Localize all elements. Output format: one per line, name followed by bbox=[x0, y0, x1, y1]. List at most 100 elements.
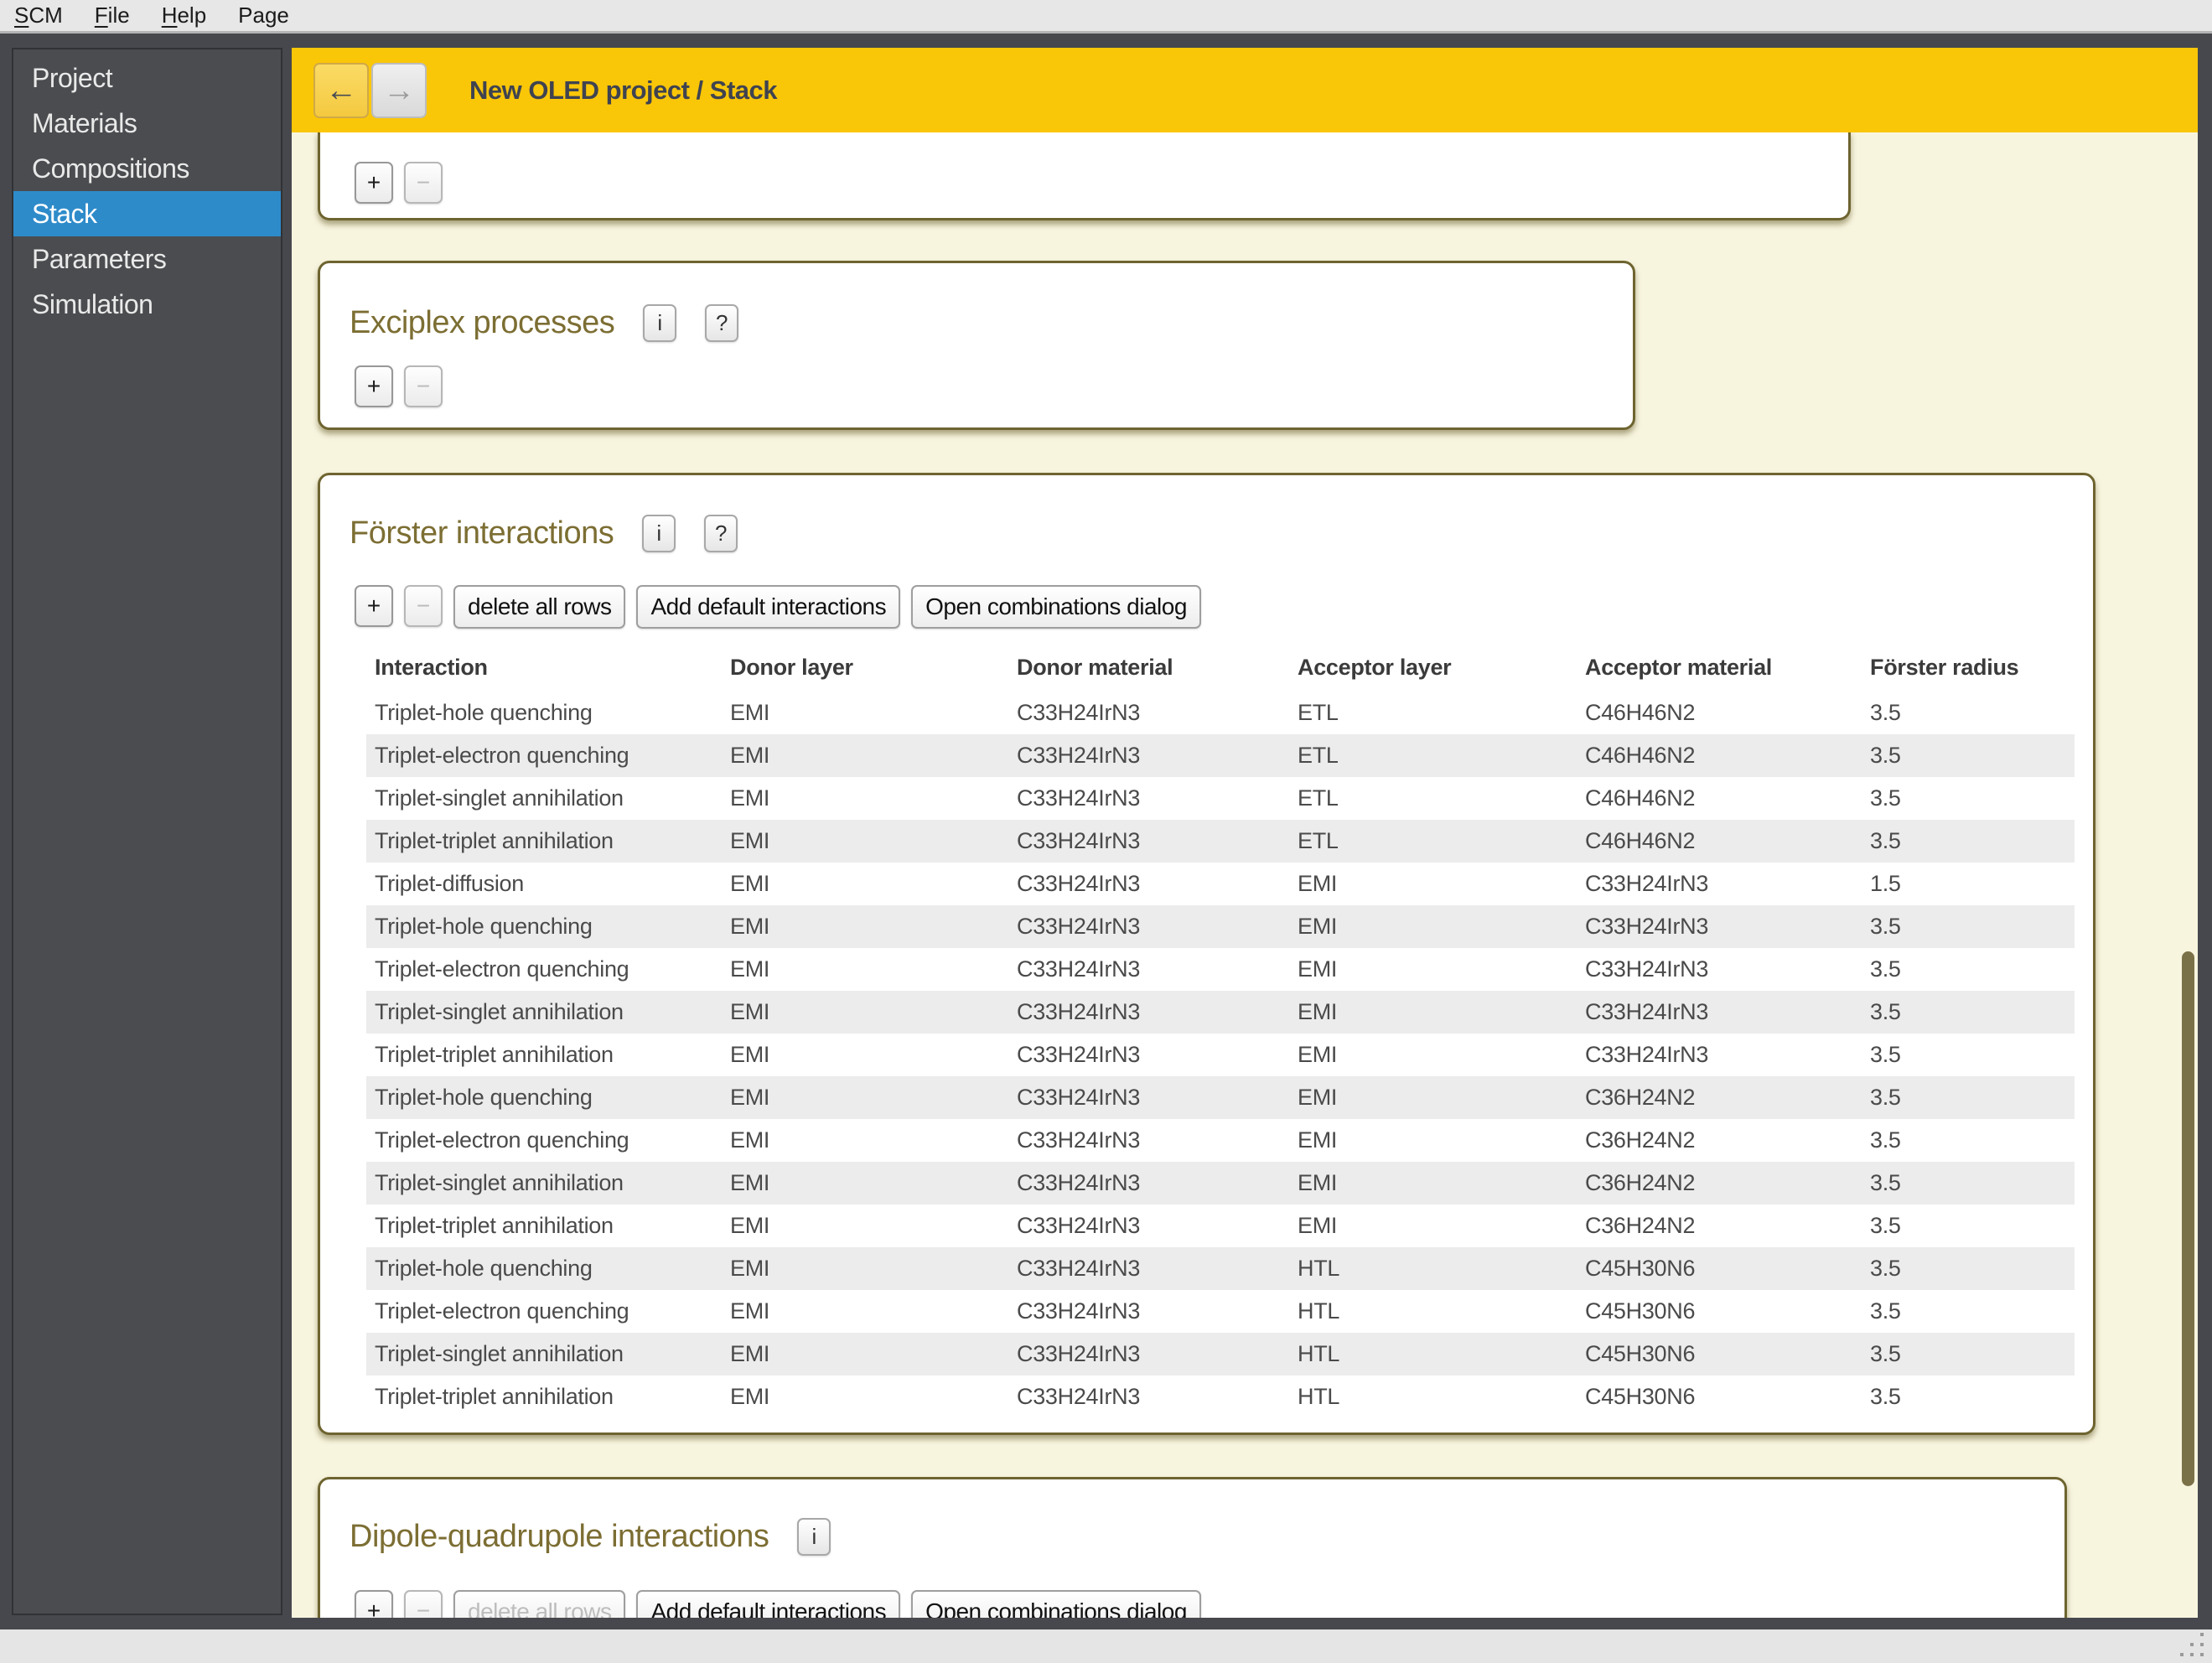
forward-button[interactable]: → bbox=[371, 63, 427, 118]
forster-info-button[interactable]: i bbox=[642, 514, 676, 552]
table-row[interactable]: Triplet-hole quenching EMI C33H24IrN3 EMI C3… bbox=[366, 1076, 2075, 1119]
table-cell: 3.5 bbox=[1870, 1042, 1901, 1067]
vertical-scrollbar-thumb[interactable] bbox=[2182, 951, 2194, 1486]
menu-file-mnemonic: F bbox=[94, 3, 108, 28]
forster-remove-row-button[interactable]: − bbox=[404, 585, 443, 627]
sidebar-item-materials[interactable]: Materials bbox=[13, 101, 281, 146]
dipole-add-default-interactions-button[interactable]: Add default interactions bbox=[636, 1590, 901, 1618]
status-bar bbox=[0, 1629, 2212, 1663]
menu-help-label: elp bbox=[177, 3, 207, 28]
table-cell: ETL bbox=[1298, 700, 1339, 725]
table-cell: C33H24IrN3 bbox=[1017, 956, 1141, 982]
table-cell: EMI bbox=[730, 828, 770, 853]
table-cell: EMI bbox=[730, 785, 770, 811]
table-cell: C33H24IrN3 bbox=[1017, 1256, 1141, 1281]
menu-help[interactable]: Help bbox=[162, 3, 206, 28]
menu-page[interactable]: Page bbox=[238, 3, 289, 28]
table-row[interactable]: Triplet-singlet annihilation EMI C33H24IrN… bbox=[366, 1162, 2075, 1205]
window-frame: Project Materials Compositions Stack Par… bbox=[0, 36, 2212, 1629]
table-cell: Triplet-triplet annihilation bbox=[375, 828, 614, 853]
table-cell: 3.5 bbox=[1870, 914, 1901, 939]
table-cell: EMI bbox=[730, 956, 770, 982]
exciplex-info-button[interactable]: i bbox=[643, 303, 677, 342]
table-cell: 3.5 bbox=[1870, 1170, 1901, 1195]
table-cell: HTL bbox=[1298, 1256, 1340, 1281]
table-cell: 3.5 bbox=[1870, 1341, 1901, 1366]
table-cell: Triplet-electron quenching bbox=[375, 956, 629, 982]
forster-add-default-interactions-button[interactable]: Add default interactions bbox=[636, 585, 901, 629]
table-cell: EMI bbox=[730, 1384, 770, 1409]
menu-page-label: Page bbox=[238, 3, 289, 28]
dipole-remove-row-button[interactable]: − bbox=[404, 1590, 443, 1618]
table-cell: ETL bbox=[1298, 828, 1339, 853]
table-cell: EMI bbox=[1298, 956, 1338, 982]
forster-open-combinations-dialog-button[interactable]: Open combinations dialog bbox=[911, 585, 1201, 629]
table-cell: EMI bbox=[730, 743, 770, 768]
table-cell: C33H24IrN3 bbox=[1017, 1085, 1141, 1110]
table-row[interactable]: Triplet-triplet annihilation EMI C33H24IrN… bbox=[366, 820, 2075, 863]
sidebar-item-simulation[interactable]: Simulation bbox=[13, 282, 281, 327]
column-header: Interaction bbox=[375, 655, 488, 680]
forster-help-button[interactable]: ? bbox=[704, 514, 738, 552]
sidebar-item-compositions[interactable]: Compositions bbox=[13, 146, 281, 191]
exciplex-remove-row-button[interactable]: − bbox=[404, 365, 443, 407]
forster-delete-all-rows-button[interactable]: delete all rows bbox=[453, 585, 626, 629]
table-cell: 3.5 bbox=[1870, 785, 1901, 811]
add-row-button[interactable]: + bbox=[355, 162, 393, 204]
table-cell: EMI bbox=[1298, 1042, 1338, 1067]
table-row[interactable]: Triplet-singlet annihilation EMI C33H24IrN… bbox=[366, 777, 2075, 820]
exciplex-panel-title: Exciplex processes bbox=[350, 304, 615, 340]
menu-file[interactable]: File bbox=[95, 3, 130, 28]
back-arrow-icon: ← bbox=[325, 72, 357, 108]
forster-interactions-table: Interaction Donor layer Donor material Acce… bbox=[366, 644, 2075, 1418]
table-row[interactable]: Triplet-triplet annihilation EMI C33H24IrN… bbox=[366, 1034, 2075, 1076]
main-panel: ← → New OLED project / Stack + − Exciple… bbox=[292, 48, 2198, 1618]
sidebar-item-parameters[interactable]: Parameters bbox=[13, 236, 281, 282]
table-cell: 3.5 bbox=[1870, 1256, 1901, 1281]
table-cell: EMI bbox=[1298, 914, 1338, 939]
menu-scm[interactable]: SCM bbox=[14, 3, 63, 28]
exciplex-help-button[interactable]: ? bbox=[705, 303, 739, 342]
table-cell: C33H24IrN3 bbox=[1585, 871, 1709, 896]
table-cell: C46H46N2 bbox=[1585, 785, 1696, 811]
table-row[interactable]: Triplet-hole quenching EMI C33H24IrN3 HTL C4… bbox=[366, 1247, 2075, 1290]
table-cell: C33H24IrN3 bbox=[1017, 1127, 1141, 1153]
table-row[interactable]: Triplet-electron quenching EMI C33H24IrN3 E… bbox=[366, 948, 2075, 991]
table-cell: C33H24IrN3 bbox=[1017, 1213, 1141, 1238]
sidebar-item-stack[interactable]: Stack bbox=[13, 191, 281, 236]
column-header: Acceptor material bbox=[1585, 655, 1772, 680]
table-cell: C45H30N6 bbox=[1585, 1298, 1696, 1324]
table-cell: 3.5 bbox=[1870, 1298, 1901, 1324]
table-row[interactable]: Triplet-electron quenching EMI C33H24IrN3 E… bbox=[366, 734, 2075, 777]
back-button[interactable]: ← bbox=[313, 63, 369, 118]
column-header: Donor material bbox=[1017, 655, 1173, 680]
table-row[interactable]: Triplet-triplet annihilation EMI C33H24IrN… bbox=[366, 1375, 2075, 1418]
table-cell: C45H30N6 bbox=[1585, 1256, 1696, 1281]
table-row[interactable]: Triplet-hole quenching EMI C33H24IrN3 ETL C4… bbox=[366, 692, 2075, 734]
dipole-delete-all-rows-button[interactable]: delete all rows bbox=[453, 1590, 626, 1618]
table-cell: 3.5 bbox=[1870, 999, 1901, 1024]
table-row[interactable]: Triplet-diffusion EMI C33H24IrN3 EMI C33H24I… bbox=[366, 863, 2075, 905]
table-cell: 1.5 bbox=[1870, 871, 1901, 896]
sidebar-item-project[interactable]: Project bbox=[13, 55, 281, 101]
resize-grip[interactable] bbox=[2200, 1653, 2204, 1656]
table-cell: 3.5 bbox=[1870, 828, 1901, 853]
dipole-info-button[interactable]: i bbox=[797, 1517, 831, 1556]
dipole-open-combinations-dialog-button[interactable]: Open combinations dialog bbox=[911, 1590, 1201, 1618]
table-row[interactable]: Triplet-electron quenching EMI C33H24IrN3 H… bbox=[366, 1290, 2075, 1333]
exciplex-add-row-button[interactable]: + bbox=[355, 365, 393, 407]
table-cell: HTL bbox=[1298, 1298, 1340, 1324]
table-cell: Triplet-triplet annihilation bbox=[375, 1213, 614, 1238]
remove-row-button[interactable]: − bbox=[404, 162, 443, 204]
table-row[interactable]: Triplet-triplet annihilation EMI C33H24IrN… bbox=[366, 1205, 2075, 1247]
table-row[interactable]: Triplet-singlet annihilation EMI C33H24IrN… bbox=[366, 1333, 2075, 1375]
table-row[interactable]: Triplet-singlet annihilation EMI C33H24IrN… bbox=[366, 991, 2075, 1034]
forster-add-row-button[interactable]: + bbox=[355, 585, 393, 627]
table-cell: C36H24N2 bbox=[1585, 1213, 1696, 1238]
dipole-add-row-button[interactable]: + bbox=[355, 1590, 393, 1618]
table-cell: 3.5 bbox=[1870, 956, 1901, 982]
table-row[interactable]: Triplet-hole quenching EMI C33H24IrN3 EMI C3… bbox=[366, 905, 2075, 948]
table-row[interactable]: Triplet-electron quenching EMI C33H24IrN3 E… bbox=[366, 1119, 2075, 1162]
table-cell: EMI bbox=[730, 1170, 770, 1195]
table-cell: EMI bbox=[730, 1127, 770, 1153]
